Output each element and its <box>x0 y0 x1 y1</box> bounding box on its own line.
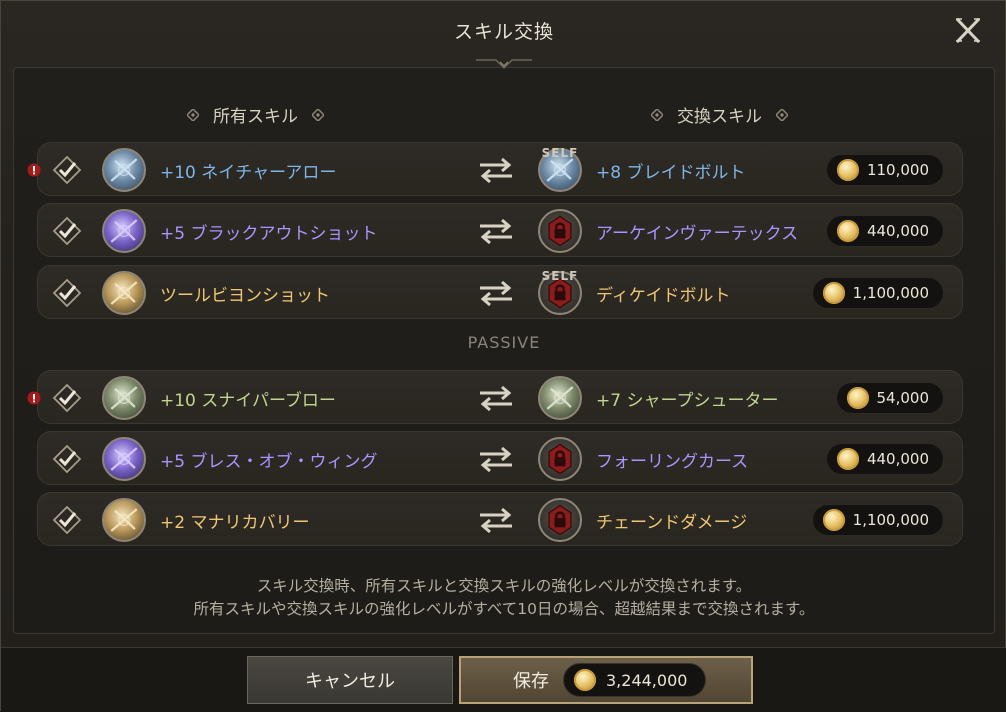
exchange-skill-name: フォーリングカース <box>596 452 749 472</box>
owned-skill-icon <box>102 271 146 315</box>
skill-emblem-icon <box>110 508 138 532</box>
checkbox-checked-icon[interactable] <box>52 505 82 535</box>
owned-skill-icon <box>102 209 146 253</box>
skill-emblem-icon <box>110 447 138 471</box>
owned-skill-icon <box>102 148 146 192</box>
swap-arrows-icon <box>478 218 514 245</box>
swap-arrows-icon <box>478 507 514 534</box>
self-badge: SELF <box>541 146 579 160</box>
cost-value: 110,000 <box>866 161 929 179</box>
owned-skill-icon <box>102 498 146 542</box>
cost-value: 440,000 <box>866 222 929 240</box>
checkbox-checked-icon[interactable] <box>52 278 82 308</box>
coin-icon <box>846 387 869 409</box>
owned-skill-name: +5 ブラックアウトショット <box>160 224 378 244</box>
lock-icon <box>548 215 572 247</box>
exchange-skills-header: 交換スキル <box>651 102 788 127</box>
owned-skill-icon <box>102 437 146 481</box>
save-button[interactable]: 保存 3,244,000 <box>459 656 753 704</box>
owned-skill-name: +10 スナイパーブロー <box>160 391 336 411</box>
exchange-skill-icon <box>538 437 582 481</box>
cost-pill: 440,000 <box>825 215 944 247</box>
total-cost-value: 3,244,000 <box>606 670 688 690</box>
total-cost-pill: 3,244,000 <box>563 663 707 697</box>
exchange-skill-name: ディケイドボルト <box>596 286 731 306</box>
coin-icon <box>836 448 859 470</box>
exchange-skill-name: アーケインヴァーテックス <box>596 224 799 244</box>
owned-skills-header: 所有スキル <box>187 102 324 127</box>
owned-skill-icon <box>102 376 146 420</box>
cost-value: 440,000 <box>866 450 929 468</box>
cost-value: 54,000 <box>876 389 930 407</box>
title-bar: スキル交換 <box>1 1 1006 61</box>
cost-pill: 440,000 <box>825 443 944 475</box>
coin-icon <box>822 282 845 304</box>
cost-value: 1,100,000 <box>852 511 929 529</box>
exchange-skill-name: +8 ブレイドボルト <box>596 163 746 183</box>
notice-line-1: スキル交換時、所有スキルと交換スキルの強化レベルが交換されます。 <box>256 577 752 595</box>
swap-arrows-icon <box>478 280 514 307</box>
exchange-skill-icon <box>538 498 582 542</box>
owned-skill-name: +2 マナリカバリー <box>160 513 310 533</box>
window-title: スキル交換 <box>453 21 554 43</box>
cost-pill: 110,000 <box>825 154 944 186</box>
exchange-notice: スキル交換時、所有スキルと交換スキルの強化レベルが交換されます。 所有スキルや交… <box>1 575 1006 621</box>
cost-pill: 54,000 <box>835 382 944 414</box>
skill-exchange-row[interactable]: +10 スナイパーブロー +7 シャープシューター 54,000 <box>37 370 963 424</box>
swap-arrows-icon <box>478 157 514 184</box>
checkbox-checked-icon[interactable] <box>52 155 82 185</box>
skill-emblem-icon <box>110 158 138 182</box>
cost-pill: 1,100,000 <box>811 504 944 536</box>
owned-skill-name: ツールビヨンショット <box>160 286 330 306</box>
checkbox-checked-icon[interactable] <box>52 383 82 413</box>
skill-exchange-window: スキル交換 所有スキル 交換スキル +10 ネイチャーアロー SELF +8 ブレイ… <box>0 0 1006 712</box>
skill-emblem-icon <box>546 386 574 410</box>
owned-skill-name: +5 ブレス・オブ・ウィング <box>160 452 378 472</box>
exchange-skill-name: +7 シャープシューター <box>596 391 779 411</box>
cancel-button-label: キャンセル <box>305 671 395 692</box>
diamond-icon <box>651 108 663 121</box>
coin-icon <box>836 159 859 181</box>
owned-skill-name: +10 ネイチャーアロー <box>160 163 337 183</box>
passive-section-label: PASSIVE <box>467 333 541 352</box>
skill-emblem-icon <box>110 219 138 243</box>
exchange-skill-name: チェーンドダメージ <box>596 513 748 533</box>
coin-icon <box>822 509 845 531</box>
exchange-skill-icon <box>538 209 582 253</box>
exchange-skill-icon <box>538 376 582 420</box>
notice-line-2: 所有スキルや交換スキルの強化レベルがすべて10日の場合、超越結果まで交換されます… <box>193 600 815 618</box>
lock-icon <box>548 443 572 475</box>
save-button-label: 保存 <box>513 671 549 692</box>
warning-icon <box>27 390 41 405</box>
ornament-icon <box>476 59 532 70</box>
swap-arrows-icon <box>478 385 514 412</box>
self-badge: SELF <box>541 269 579 283</box>
skill-exchange-row[interactable]: +5 ブラックアウトショット アーケインヴァーテックス 440,000 <box>37 203 963 257</box>
skill-exchange-row[interactable]: +5 ブレス・オブ・ウィング フォーリングカース 440,000 <box>37 431 963 485</box>
checkbox-checked-icon[interactable] <box>52 444 82 474</box>
cost-pill: 1,100,000 <box>811 277 944 309</box>
skill-emblem-icon <box>110 386 138 410</box>
skill-exchange-row[interactable]: ツールビヨンショット SELF ディケイドボルト 1,100,000 <box>37 265 963 319</box>
diamond-icon <box>312 108 324 121</box>
coin-icon <box>836 220 859 242</box>
diamond-icon <box>187 108 199 121</box>
checkbox-checked-icon[interactable] <box>52 216 82 246</box>
warning-icon <box>27 162 41 177</box>
diamond-icon <box>776 108 788 121</box>
skill-emblem-icon <box>110 281 138 305</box>
cost-value: 1,100,000 <box>852 284 929 302</box>
cancel-button[interactable]: キャンセル <box>247 656 453 704</box>
close-button[interactable] <box>953 15 983 45</box>
skill-exchange-row[interactable]: +2 マナリカバリー チェーンドダメージ 1,100,000 <box>37 492 963 546</box>
skill-exchange-row[interactable]: +10 ネイチャーアロー SELF +8 ブレイドボルト 110,000 <box>37 142 963 196</box>
coin-icon <box>574 669 596 691</box>
owned-skills-label: 所有スキル <box>213 107 298 127</box>
lock-icon <box>548 504 572 536</box>
exchange-skills-label: 交換スキル <box>677 107 762 127</box>
swap-arrows-icon <box>478 446 514 473</box>
close-icon <box>955 17 981 44</box>
